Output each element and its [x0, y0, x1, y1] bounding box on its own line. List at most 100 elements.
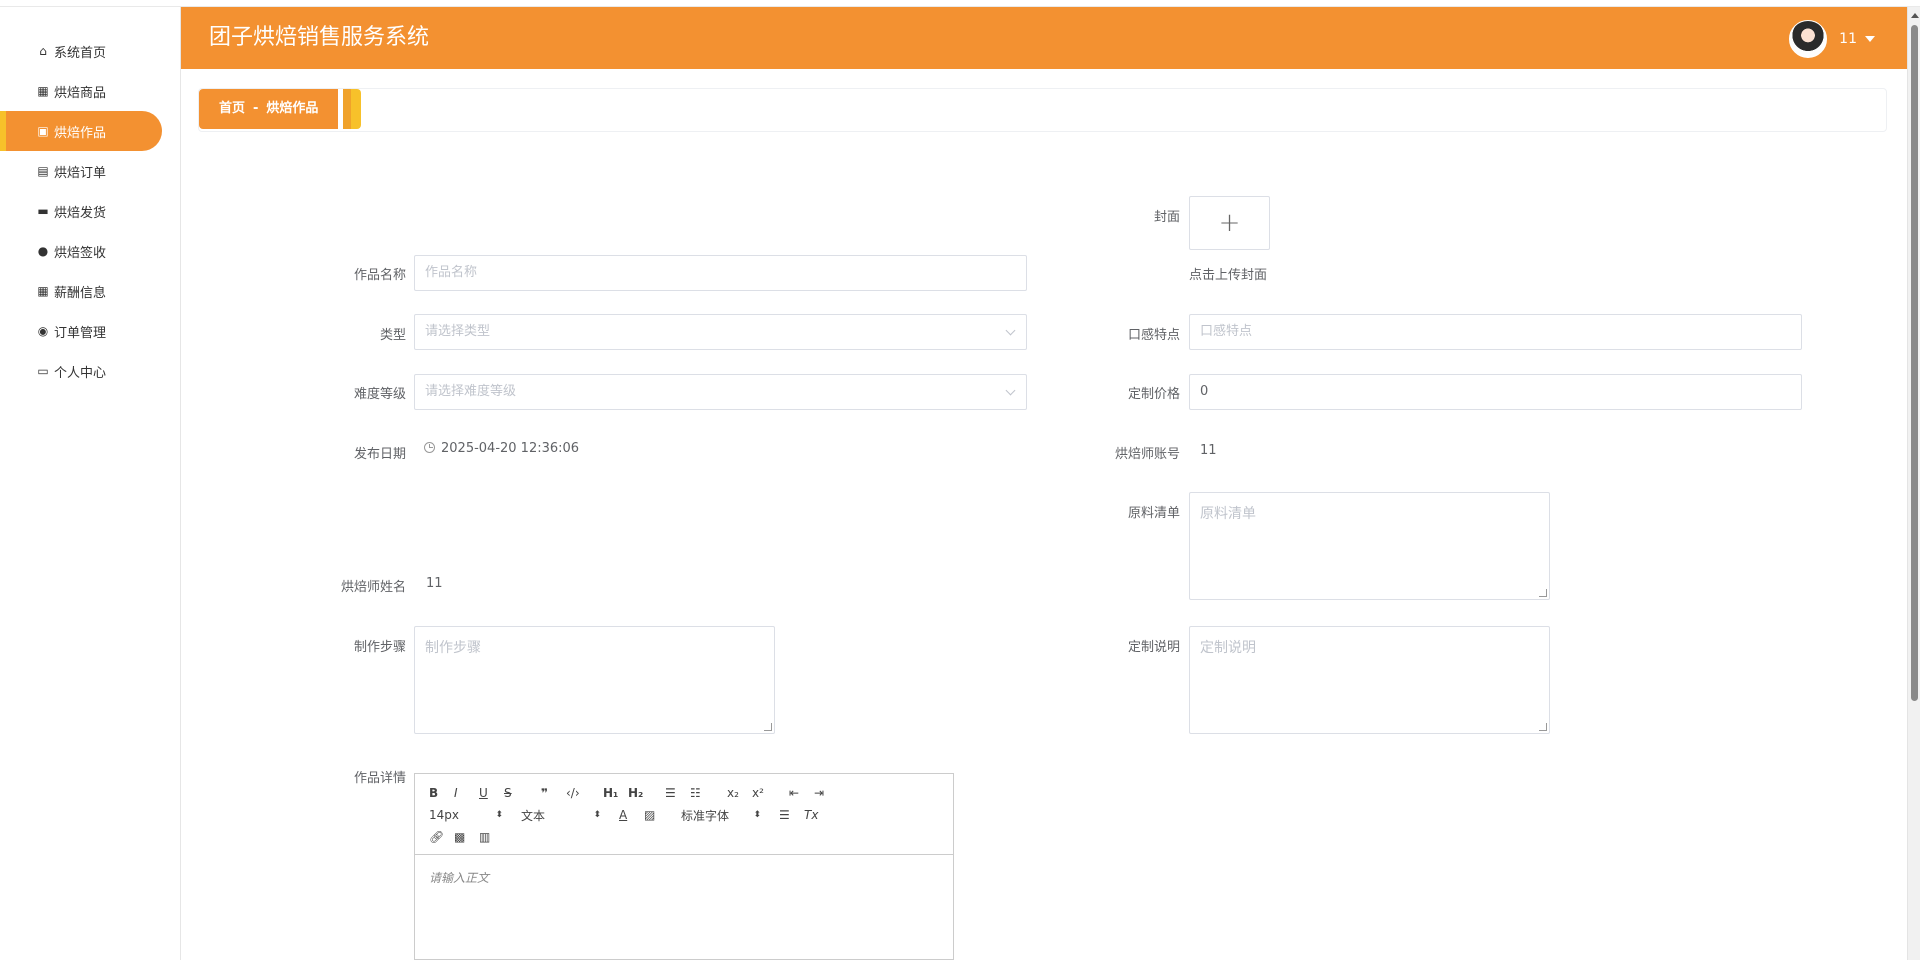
difficulty-label: 难度等级	[353, 387, 406, 402]
price-input[interactable]: 0	[1189, 374, 1802, 410]
clear-format-icon[interactable]: Tx	[804, 808, 829, 822]
code-block-icon[interactable]: ‹/›	[566, 786, 591, 800]
toolbar-row: 🔗︎ ▩ ▥	[429, 826, 939, 848]
clock-icon	[424, 442, 435, 453]
name-placeholder: 作品名称	[425, 265, 478, 280]
top-border	[0, 0, 1920, 7]
updown-icon: ⬍	[593, 810, 601, 820]
toolbar-row: 14px ⬍ 文本 ⬍ A ▨ 标准字体 ⬍ ☰ Tx	[429, 804, 939, 826]
align-icon[interactable]: ☰	[779, 808, 804, 822]
sidebar-item-products[interactable]: ▦ 烘焙商品	[0, 71, 180, 111]
font-family-select[interactable]: 标准字体 ⬍	[681, 807, 761, 824]
editor-toolbar: B I U S ❞ ‹/› H₁ H₂ ☰ ☷ x₂ x² ⇤ ⇥ 14px ⬍ …	[415, 774, 953, 855]
difficulty-placeholder: 请选择难度等级	[425, 384, 517, 399]
sidebar-item-profile[interactable]: ▭ 个人中心	[0, 351, 180, 391]
sidebar-item-salary[interactable]: ▦ 薪酬信息	[0, 271, 180, 311]
updown-icon: ⬍	[495, 810, 503, 820]
chevron-down-icon[interactable]	[1865, 36, 1875, 42]
user-name[interactable]: 11	[1839, 31, 1857, 47]
sidebar-item-label: 个人中心	[54, 365, 107, 381]
sidebar-item-receipt[interactable]: ● 烘焙签收	[0, 231, 180, 271]
font-size-select[interactable]: 14px ⬍	[429, 808, 503, 822]
breadcrumb-home[interactable]: 首页	[219, 101, 245, 116]
top-header: 团子烘焙销售服务系统 11	[181, 7, 1907, 69]
outdent-icon[interactable]: ⇤	[789, 786, 814, 800]
type-label: 类型	[379, 328, 406, 343]
ingredients-label: 原料清单	[1127, 506, 1180, 521]
sidebar-item-orders[interactable]: ▤ 烘焙订单	[0, 151, 180, 191]
steps-placeholder: 制作步骤	[425, 640, 481, 656]
blockquote-icon[interactable]: ❞	[541, 786, 566, 800]
baker-name-value: 11	[426, 576, 443, 591]
indent-icon[interactable]: ⇥	[814, 786, 839, 800]
name-input[interactable]: 作品名称	[414, 255, 1027, 291]
sidebar-item-label: 烘焙签收	[54, 245, 107, 261]
taste-label: 口感特点	[1127, 328, 1180, 343]
custom-textarea[interactable]: 定制说明	[1189, 626, 1550, 734]
ordered-list-icon[interactable]: ☰	[665, 786, 690, 800]
page-scrollbar[interactable]	[1907, 7, 1920, 960]
resize-handle[interactable]	[764, 723, 772, 731]
font-color-icon[interactable]: A	[619, 808, 644, 822]
subscript-icon[interactable]: x₂	[727, 786, 752, 800]
monitor-icon: ▬	[37, 204, 49, 218]
breadcrumb: 首页 - 烘焙作品	[199, 89, 339, 129]
italic-icon[interactable]: I	[454, 786, 479, 800]
custom-label: 定制说明	[1127, 640, 1180, 655]
paragraph-value: 文本	[521, 808, 546, 823]
toolbar-row: B I U S ❞ ‹/› H₁ H₂ ☰ ☷ x₂ x² ⇤ ⇥	[429, 782, 939, 804]
editor-content[interactable]: 请输入正文	[415, 855, 953, 900]
detail-label: 作品详情	[353, 771, 406, 786]
price-label: 定制价格	[1127, 387, 1180, 402]
breadcrumb-bar: 首页 - 烘焙作品	[198, 88, 1887, 132]
type-select[interactable]: 请选择类型	[414, 314, 1027, 350]
baker-account-label: 烘焙师账号	[1114, 447, 1180, 462]
paragraph-select[interactable]: 文本 ⬍	[521, 807, 601, 824]
scroll-thumb[interactable]	[1911, 25, 1918, 701]
date-label: 发布日期	[353, 447, 406, 462]
cover-upload-button[interactable]: +	[1189, 196, 1270, 250]
video-icon[interactable]: ▥	[479, 830, 504, 844]
heading2-icon[interactable]: H₂	[628, 786, 653, 800]
calendar-icon: ▭	[37, 364, 49, 378]
resize-handle[interactable]	[1539, 723, 1547, 731]
steps-textarea[interactable]: 制作步骤	[414, 626, 775, 734]
ingredients-placeholder: 原料清单	[1200, 506, 1256, 522]
plus-icon: +	[1218, 208, 1241, 238]
image-icon[interactable]: ▩	[454, 830, 479, 844]
sidebar-item-order-manage[interactable]: ◉ 订单管理	[0, 311, 180, 351]
heading1-icon[interactable]: H₁	[603, 786, 628, 800]
sidebar-item-home[interactable]: ⌂ 系统首页	[0, 31, 180, 71]
date-value: 2025-04-20 12:36:06	[441, 441, 580, 456]
price-value: 0	[1200, 384, 1209, 399]
scroll-up-arrow[interactable]	[1911, 13, 1919, 18]
sidebar-item-shipping[interactable]: ▬ 烘焙发货	[0, 191, 180, 231]
chevron-down-icon	[1005, 385, 1016, 396]
bullet-list-icon[interactable]: ☷	[690, 786, 715, 800]
sidebar-item-label: 订单管理	[54, 325, 107, 341]
sidebar-item-works[interactable]: ▣ 烘焙作品	[0, 111, 162, 151]
date-value-field[interactable]: 2025-04-20 12:36:06	[424, 441, 579, 456]
avatar[interactable]	[1789, 20, 1828, 58]
font-family-value: 标准字体	[681, 808, 730, 823]
superscript-icon[interactable]: x²	[752, 786, 777, 800]
resize-handle[interactable]	[1539, 589, 1547, 597]
name-label: 作品名称	[353, 268, 406, 283]
font-size-value: 14px	[429, 808, 459, 822]
background-color-icon[interactable]: ▨	[644, 808, 669, 822]
difficulty-select[interactable]: 请选择难度等级	[414, 374, 1027, 410]
clipboard-icon: ▤	[37, 164, 49, 178]
link-icon[interactable]: 🔗︎	[429, 830, 454, 844]
sidebar-item-label: 系统首页	[54, 45, 107, 61]
underline-icon[interactable]: U	[479, 786, 504, 800]
bold-icon[interactable]: B	[429, 786, 454, 800]
sidebar-item-label: 薪酬信息	[54, 285, 107, 301]
sidebar: ⌂ 系统首页 ▦ 烘焙商品 ▣ 烘焙作品 ▤ 烘焙订单 ▬ 烘焙发货 ● 烘焙签…	[0, 7, 181, 960]
ingredients-textarea[interactable]: 原料清单	[1189, 492, 1550, 600]
taste-input[interactable]: 口感特点	[1189, 314, 1802, 350]
user-menu[interactable]: 11	[1789, 20, 1875, 58]
chevron-down-icon	[1005, 325, 1016, 336]
strikethrough-icon[interactable]: S	[504, 786, 529, 800]
grid-icon: ▦	[37, 284, 49, 298]
updown-icon: ⬍	[753, 810, 761, 820]
